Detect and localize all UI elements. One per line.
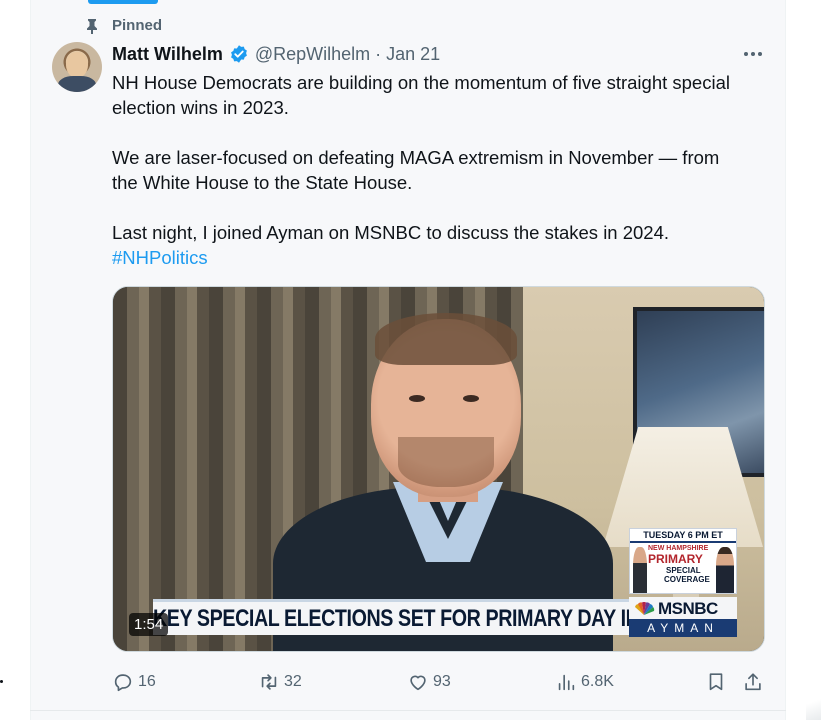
views-count: 6.8K — [581, 673, 614, 690]
video-duration-badge: 1:54 — [129, 613, 169, 636]
promo-line: PRIMARY — [648, 552, 703, 566]
post-text-line: NH House Democrats are building on the m… — [112, 72, 730, 93]
column-border-right — [785, 0, 786, 720]
network-logo: MSNBC — [633, 599, 733, 619]
author-handle[interactable]: @RepWilhelm — [255, 44, 370, 65]
post-text: NH House Democrats are building on the m… — [112, 70, 762, 270]
more-options-icon[interactable] — [742, 46, 764, 62]
header-separator: · — [375, 43, 382, 64]
promo-line: NEW HAMPSHIRE — [648, 545, 709, 552]
lower-third-headline: KEY SPECIAL ELECTIONS SET FOR PRIMARY DA… — [153, 605, 673, 632]
column-border-left — [30, 0, 31, 720]
reply-button[interactable]: 16 — [112, 669, 156, 695]
pinned-indicator: Pinned — [86, 15, 162, 35]
post-text-line: election wins in 2023. — [112, 97, 289, 118]
pinned-label: Pinned — [112, 16, 163, 34]
stray-dot — [0, 680, 3, 683]
share-button[interactable] — [742, 669, 768, 695]
video-person-beard — [398, 437, 494, 487]
share-icon — [745, 673, 761, 691]
peacock-icon — [633, 601, 655, 616]
post-text-line: Last night, I joined Ayman on MSNBC to d… — [112, 222, 670, 243]
video-person-hair — [375, 313, 517, 365]
video-person-eye — [409, 395, 425, 402]
like-button[interactable]: 93 — [407, 669, 451, 695]
post-date[interactable]: Jan 21 — [386, 44, 440, 65]
active-tab-indicator — [88, 0, 158, 4]
tv-promo-graphic: TUESDAY 6 PM ET NEW HAMPSHIRE PRIMARY SP… — [629, 528, 737, 594]
bookmark-icon — [709, 673, 723, 691]
promo-person — [633, 547, 647, 593]
bookmark-button[interactable] — [705, 669, 731, 695]
video-person-eye — [463, 395, 479, 402]
reply-icon — [114, 674, 132, 692]
reply-count: 16 — [138, 673, 156, 690]
promo-person — [716, 547, 734, 593]
views-chart-icon — [558, 674, 575, 691]
like-count: 93 — [433, 673, 451, 690]
repost-icon — [261, 674, 277, 690]
network-name: MSNBC — [658, 599, 718, 618]
author-name[interactable]: Matt Wilhelm — [112, 44, 223, 65]
post-text-line: the White House to the State House. — [112, 172, 413, 193]
verified-badge-icon[interactable] — [229, 44, 249, 64]
post-text-line: We are laser-focused on defeating MAGA e… — [112, 147, 720, 168]
heart-icon — [410, 675, 426, 691]
post-actions: 16 32 93 6.8K — [112, 669, 767, 695]
network-host: AYMAN — [629, 619, 737, 637]
promo-time: TUESDAY 6 PM ET — [630, 529, 736, 543]
window-corner-shadow — [806, 690, 821, 720]
post-divider — [30, 710, 786, 711]
video-player[interactable]: TUESDAY 6 PM ET NEW HAMPSHIRE PRIMARY SP… — [112, 286, 765, 652]
avatar[interactable] — [52, 42, 102, 92]
post-header: Matt Wilhelm @RepWilhelm · Jan 21 — [112, 42, 440, 66]
network-bug: MSNBC AYMAN — [629, 597, 737, 637]
pin-icon — [86, 18, 98, 34]
repost-button[interactable]: 32 — [258, 669, 302, 695]
views-button[interactable]: 6.8K — [555, 669, 614, 695]
page: Pinned Matt Wilhelm @RepWilhelm · Jan 21… — [0, 0, 821, 720]
repost-count: 32 — [284, 673, 302, 690]
promo-line: SPECIAL — [666, 566, 701, 575]
promo-line: COVERAGE — [664, 575, 710, 584]
tv-lower-third: KEY SPECIAL ELECTIONS SET FOR PRIMARY DA… — [153, 599, 673, 635]
hashtag-link[interactable]: #NHPolitics — [112, 247, 208, 268]
